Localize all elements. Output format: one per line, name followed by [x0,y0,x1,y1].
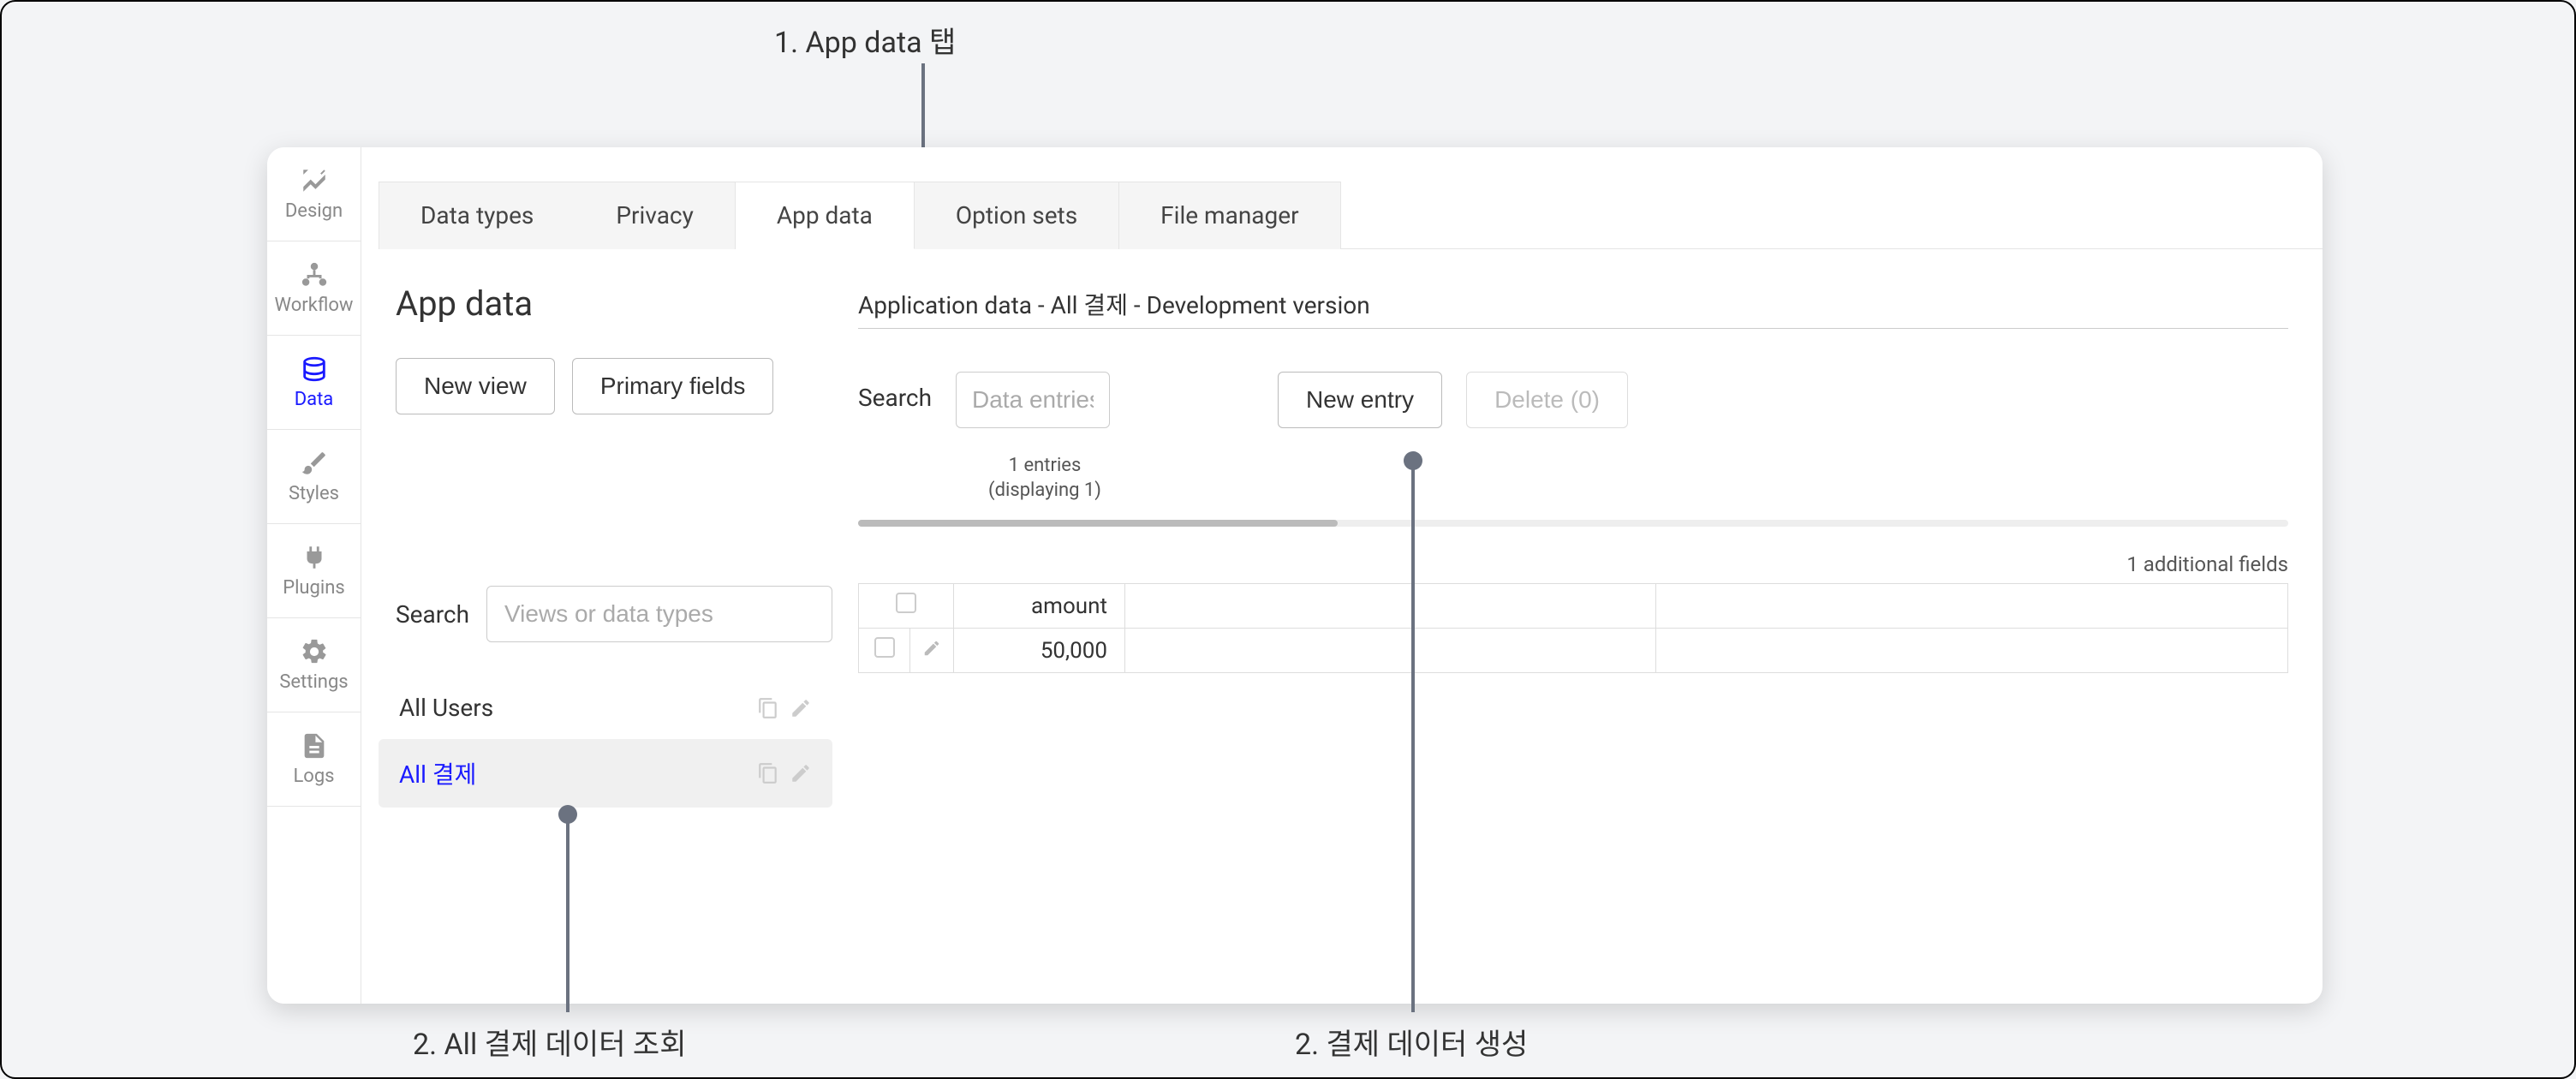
content: App data New view Primary fields Search … [361,249,2323,1004]
select-all-checkbox[interactable] [896,593,916,613]
logs-icon [300,731,329,760]
tab-data-types[interactable]: Data types [379,182,575,249]
styles-icon [300,449,329,478]
header-empty-1 [1125,584,1656,629]
data-table: amount 50,000 [858,583,2288,673]
sidebar-item-data[interactable]: Data [267,336,361,430]
view-label: All 결제 [399,756,476,790]
plugins-icon [300,543,329,572]
edit-icon[interactable] [790,697,812,719]
left-panel: App data New view Primary fields Search … [379,266,858,987]
sidebar-item-workflow[interactable]: Workflow [267,241,361,336]
design-icon [300,166,329,195]
new-entry-button[interactable]: New entry [1278,372,1442,428]
app-window: Design Workflow Data Styles Plugins Sett… [267,147,2323,1004]
annotation-right-line [1411,464,1415,1012]
sidebar-label: Settings [279,671,348,693]
tabs-spacer [1341,182,2323,249]
tab-file-manager[interactable]: File manager [1119,182,1340,249]
table-header-row: amount [859,584,2288,629]
tab-option-sets[interactable]: Option sets [915,182,1119,249]
tabs-bar: Data types Privacy App data Option sets … [361,147,2323,249]
header-amount[interactable]: amount [954,584,1125,629]
header-checkbox-cell [859,584,954,629]
tab-privacy[interactable]: Privacy [575,182,735,249]
main-area: Data types Privacy App data Option sets … [361,147,2323,1004]
horizontal-scrollbar-track[interactable] [858,520,2288,527]
table-row[interactable]: 50,000 [859,629,2288,673]
settings-icon [300,637,329,666]
sidebar-label: Workflow [275,295,354,316]
page-title: App data [396,283,832,324]
view-label: All Users [399,694,493,722]
copy-icon[interactable] [757,697,779,719]
edit-icon[interactable] [790,762,812,784]
horizontal-scrollbar-thumb[interactable] [858,520,1338,527]
new-view-button[interactable]: New view [396,358,555,414]
annotation-top-label: 1. App data 탭 [774,19,956,61]
additional-fields-label: 1 additional fields [858,552,2288,576]
primary-fields-button[interactable]: Primary fields [572,358,774,414]
annotation-left-line [566,815,569,1012]
edit-icon[interactable] [922,639,941,658]
entries-info: 1 entries (displaying 1) [968,454,1122,503]
copy-icon[interactable] [757,762,779,784]
cell-empty-2 [1656,629,2288,673]
sidebar-label: Styles [289,483,339,504]
row-edit-cell [910,629,954,673]
annotation-left-label: 2. All 결제 데이터 조회 [413,1021,686,1063]
sidebar-item-design[interactable]: Design [267,147,361,241]
workflow-icon [300,260,329,289]
header-empty-2 [1656,584,2288,629]
entries-search-label: Search [858,372,932,412]
entries-search-input[interactable] [956,372,1110,428]
delete-button[interactable]: Delete (0) [1466,372,1628,428]
sidebar-label: Logs [293,766,334,787]
view-item-all-payment[interactable]: All 결제 [379,739,832,808]
cell-empty-1 [1125,629,1656,673]
views-search-label: Search [396,600,469,629]
data-title: Application data - All 결제 - Development … [858,287,2288,321]
views-search-input[interactable] [486,586,832,642]
row-checkbox-cell [859,629,910,673]
annotation-right-label: 2. 결제 데이터 생성 [1295,1021,1528,1063]
sidebar-item-plugins[interactable]: Plugins [267,524,361,618]
divider [858,328,2288,329]
sidebar: Design Workflow Data Styles Plugins Sett… [267,147,361,1004]
sidebar-item-styles[interactable]: Styles [267,430,361,524]
sidebar-label: Data [295,389,334,410]
sidebar-item-settings[interactable]: Settings [267,618,361,712]
right-panel: Application data - All 결제 - Development … [858,266,2288,987]
sidebar-label: Design [285,200,343,222]
tab-app-data[interactable]: App data [736,182,915,249]
sidebar-label: Plugins [283,577,345,599]
cell-amount: 50,000 [954,629,1125,673]
sidebar-item-logs[interactable]: Logs [267,712,361,807]
data-icon [300,355,329,384]
row-checkbox[interactable] [874,637,895,658]
view-item-all-users[interactable]: All Users [379,677,832,739]
